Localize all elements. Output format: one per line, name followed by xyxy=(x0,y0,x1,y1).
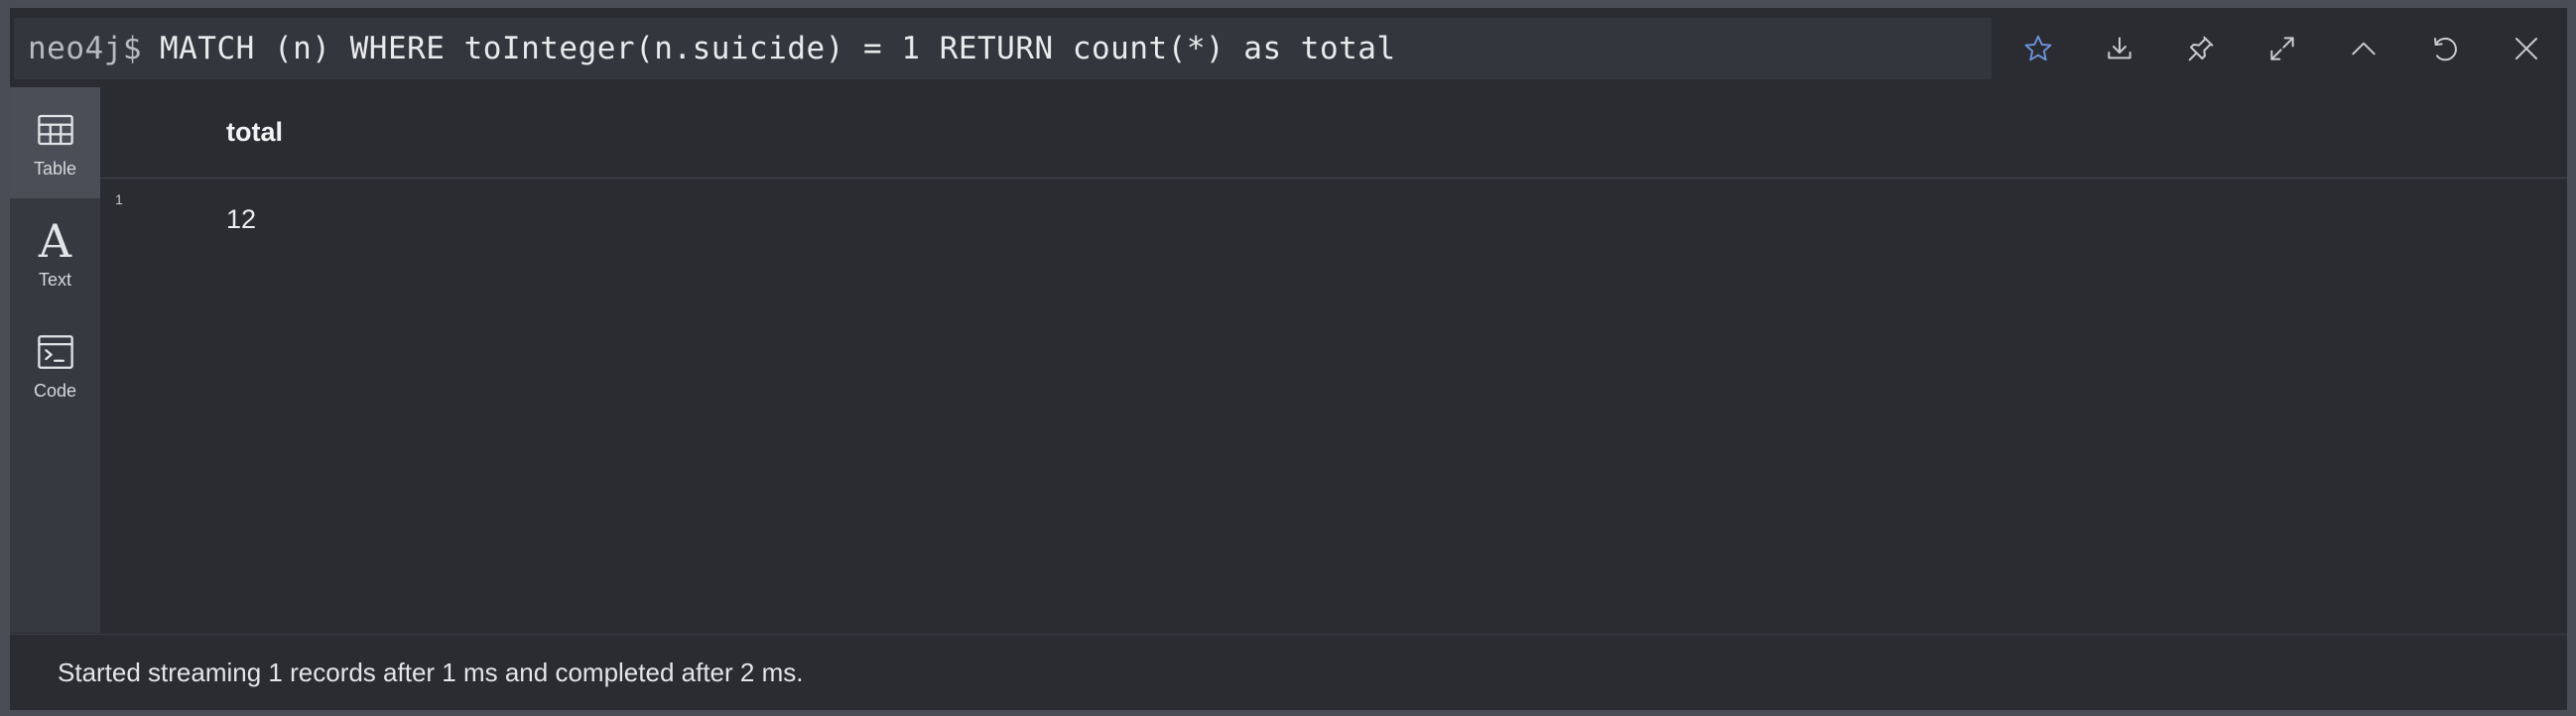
frame-header: neo4j$ MATCH (n) WHERE toInteger(n.suici… xyxy=(10,8,2567,87)
expand-icon xyxy=(2270,37,2294,60)
pin-icon xyxy=(2188,36,2214,61)
code-icon xyxy=(37,334,73,369)
sidebar-item-label: Code xyxy=(33,380,77,401)
table-header: total xyxy=(100,87,2567,179)
view-sidebar: Table A Text Code xyxy=(10,87,100,633)
column-header[interactable]: total xyxy=(226,117,283,148)
table-icon xyxy=(37,114,73,145)
sidebar-item-code[interactable]: Code xyxy=(10,309,100,420)
pin-button[interactable] xyxy=(2160,18,2242,79)
collapse-button[interactable] xyxy=(2323,18,2404,79)
sidebar-item-table[interactable]: Table xyxy=(10,87,100,198)
rerun-button[interactable] xyxy=(2404,18,2486,79)
query-text[interactable]: MATCH (n) WHERE toInteger(n.suicide) = 1… xyxy=(160,31,1396,66)
rerun-icon xyxy=(2434,38,2457,61)
result-frame: neo4j$ MATCH (n) WHERE toInteger(n.suici… xyxy=(10,8,2567,710)
query-editor[interactable]: neo4j$ MATCH (n) WHERE toInteger(n.suici… xyxy=(14,18,1992,79)
sidebar-item-text[interactable]: A Text xyxy=(10,198,100,309)
download-icon xyxy=(2108,37,2131,60)
export-button[interactable] xyxy=(2079,18,2160,79)
editor-prompt: neo4j$ xyxy=(28,31,142,66)
result-table: total 1 12 xyxy=(100,87,2567,633)
sidebar-item-label: Text xyxy=(38,269,71,290)
row-index: 1 xyxy=(115,191,123,207)
close-icon xyxy=(2515,38,2537,60)
close-button[interactable] xyxy=(2486,18,2567,79)
fullscreen-button[interactable] xyxy=(2242,18,2323,79)
frame-toolbar xyxy=(1997,18,2567,79)
star-icon xyxy=(2024,35,2052,61)
sidebar-item-label: Table xyxy=(33,158,77,179)
status-message: Started streaming 1 records after 1 ms a… xyxy=(58,656,804,687)
collapse-icon xyxy=(2352,42,2376,56)
text-icon: A xyxy=(38,213,72,268)
status-bar: Started streaming 1 records after 1 ms a… xyxy=(10,634,2567,710)
table-cell[interactable]: 12 xyxy=(226,204,256,235)
favorite-button[interactable] xyxy=(1997,18,2079,79)
